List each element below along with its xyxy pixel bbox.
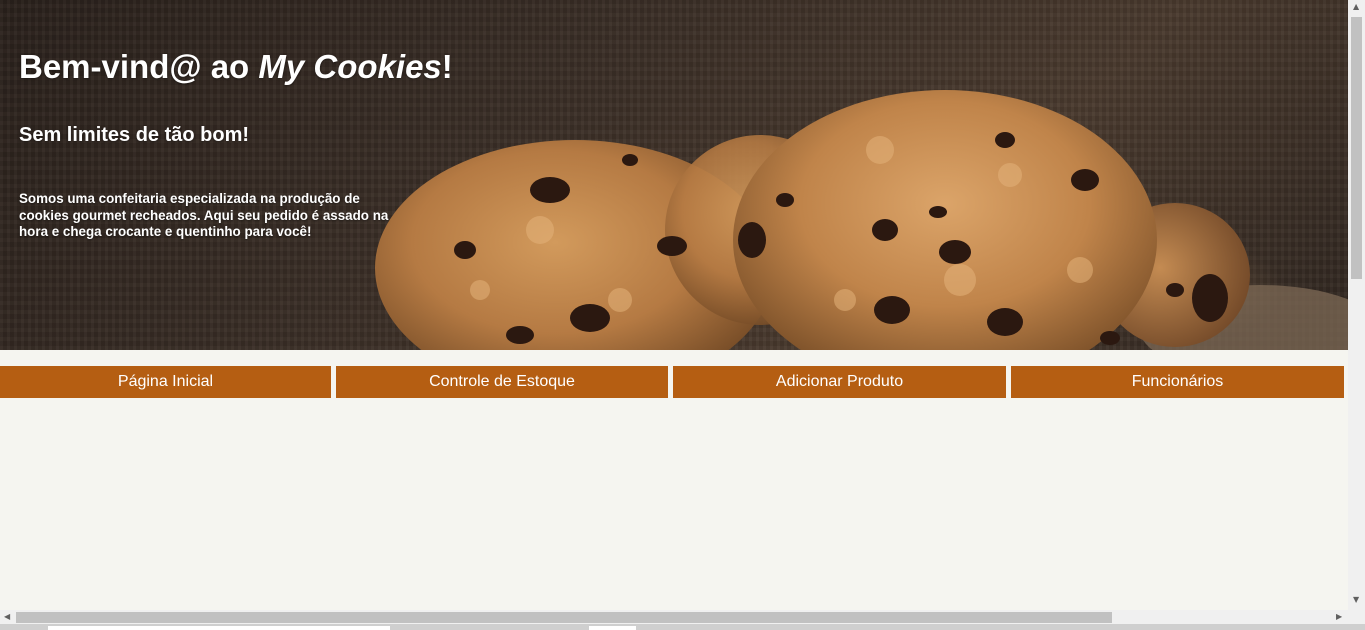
- nav-employees-button[interactable]: Funcionários: [1011, 366, 1344, 398]
- arrow-up-icon[interactable]: ▲: [1353, 3, 1359, 11]
- hero-description: Somos uma confeitaria especializada na p…: [19, 191, 389, 239]
- horizontal-scrollbar-thumb[interactable]: [16, 612, 1112, 623]
- arrow-down-icon[interactable]: ▼: [1353, 596, 1359, 604]
- title-suffix: !: [441, 48, 453, 85]
- vertical-scrollbar-thumb[interactable]: [1351, 17, 1362, 279]
- page-viewport: Bem-vind@ ao My Cookies! Sem limites de …: [0, 0, 1348, 610]
- arrow-left-icon[interactable]: ◀: [4, 613, 10, 621]
- hero-banner: Bem-vind@ ao My Cookies! Sem limites de …: [0, 0, 1348, 350]
- main-nav: Página Inicial Controle de Estoque Adici…: [0, 366, 1348, 398]
- page-title: Bem-vind@ ao My Cookies!: [19, 48, 453, 86]
- title-prefix: Bem-vind@ ao: [19, 48, 259, 85]
- arrow-right-icon[interactable]: ▶: [1336, 613, 1342, 621]
- taskbar-item[interactable]: [589, 626, 636, 630]
- scrollbar-corner: [1348, 610, 1365, 624]
- brand-name: My Cookies: [258, 48, 442, 85]
- taskbar-item[interactable]: [48, 626, 390, 630]
- nav-add-product-button[interactable]: Adicionar Produto: [673, 366, 1006, 398]
- nav-stock-control-button[interactable]: Controle de Estoque: [336, 366, 668, 398]
- nav-home-button[interactable]: Página Inicial: [0, 366, 331, 398]
- hero-subtitle: Sem limites de tão bom!: [19, 124, 250, 146]
